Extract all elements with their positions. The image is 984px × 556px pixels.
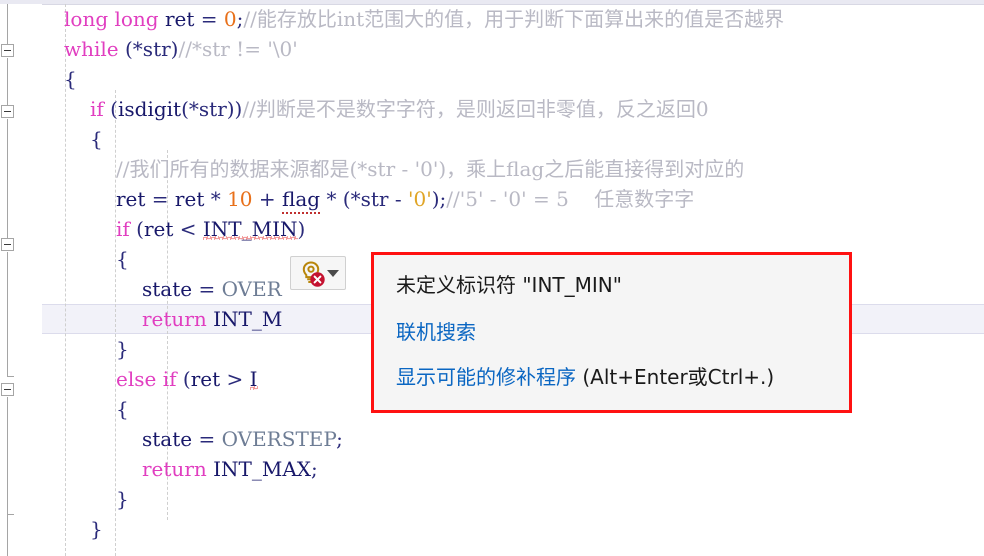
code-token: I xyxy=(249,367,258,391)
code-token: - xyxy=(394,187,408,211)
code-line-10[interactable]: state = OVER xyxy=(142,274,282,304)
code-token: long xyxy=(64,7,109,31)
code-token: > xyxy=(226,367,250,391)
show-potential-fixes-link[interactable]: 显示可能的修补程序 xyxy=(396,365,576,389)
code-token: * xyxy=(210,187,228,211)
code-token: INT_M xyxy=(213,307,283,331)
code-token: '0' xyxy=(407,187,432,211)
code-token: //判断是不是数字字符，是则返回非零值，反之返回0 xyxy=(242,97,709,121)
code-token: ( xyxy=(129,217,144,241)
code-token: } xyxy=(116,487,129,511)
code-token: = xyxy=(198,427,222,451)
code-token: //'5' - '0' = 5 任意数字字 xyxy=(446,187,695,211)
code-token: if xyxy=(162,367,177,391)
outline-rail xyxy=(7,58,8,105)
collapse-toggle-3[interactable] xyxy=(1,238,14,251)
code-line-9[interactable]: { xyxy=(116,244,129,274)
code-line-14[interactable]: { xyxy=(116,394,129,424)
code-token: + xyxy=(252,187,283,211)
code-editor-window: long long ret = 0; //能存放比int范围大的值，用于判断下面算… xyxy=(0,0,984,556)
code-line-8[interactable]: if (ret < INT_MIN) xyxy=(116,214,305,244)
tooltip-title: 未定义标识符 "INT_MIN" xyxy=(396,273,622,297)
code-token: = xyxy=(198,277,222,301)
outline-rail xyxy=(7,4,8,44)
code-line-1[interactable]: long long ret = 0;//能存放比int范围大的值，用于判断下面算… xyxy=(64,4,784,34)
code-token: ret xyxy=(143,217,180,241)
code-token: = xyxy=(200,7,224,31)
code-token: if xyxy=(116,217,130,241)
code-token: state xyxy=(142,427,199,451)
code-token: isdigit xyxy=(117,97,182,121)
quick-actions-button[interactable] xyxy=(290,256,346,290)
outline-rail xyxy=(7,119,8,238)
code-token: ret xyxy=(190,367,227,391)
code-token: INT_MIN xyxy=(202,217,298,241)
code-token: ; xyxy=(311,457,318,481)
code-token: if xyxy=(90,97,104,121)
code-line-18[interactable]: } xyxy=(90,514,103,544)
code-token: ) xyxy=(297,217,306,241)
code-token: else xyxy=(116,367,157,391)
chevron-down-icon[interactable] xyxy=(326,269,339,277)
code-token: = xyxy=(151,187,175,211)
outline-tick xyxy=(7,514,14,515)
lightbulb-error-icon xyxy=(298,260,325,287)
code-token: { xyxy=(64,67,77,91)
show-fixes-shortcut: (Alt+Enter或Ctrl+.) xyxy=(582,365,775,389)
code-token: OVER xyxy=(221,277,282,301)
code-line-15[interactable]: state = OVERSTEP; xyxy=(142,424,343,454)
code-token: { xyxy=(90,127,103,151)
code-token: ; xyxy=(336,427,343,451)
code-line-12[interactable]: } xyxy=(116,334,129,364)
code-line-4[interactable]: if (isdigit(*str))//判断是不是数字字符，是则返回非零值，反之… xyxy=(90,94,709,124)
code-token: long xyxy=(114,7,159,31)
online-search-link[interactable]: 联机搜索 xyxy=(396,316,831,345)
code-token: //我们所有的数据来源都是(*str - '0')，乘上flag之后能直接得到对… xyxy=(116,157,745,181)
code-token: } xyxy=(116,337,129,361)
code-line-2[interactable]: while (*str)//*str != '\0' xyxy=(64,34,298,64)
code-token: ( xyxy=(176,367,191,391)
code-line-11[interactable]: return INT_M xyxy=(142,304,282,334)
code-token: { xyxy=(116,397,129,421)
code-token: //*str != '\0' xyxy=(178,37,298,61)
code-token: } xyxy=(90,517,103,541)
code-line-13[interactable]: else if (ret > I xyxy=(116,364,258,394)
outlining-gutter xyxy=(0,4,42,556)
collapse-toggle-4[interactable] xyxy=(1,383,14,396)
collapse-toggle-1[interactable] xyxy=(1,44,14,57)
code-line-7[interactable]: ret = ret * 10 + flag * (*str - '0');//'… xyxy=(116,184,694,214)
code-token: (*str)) xyxy=(181,97,243,121)
outline-rail xyxy=(7,252,8,377)
code-line-3[interactable]: { xyxy=(64,64,77,94)
code-token: 0 xyxy=(223,7,237,31)
outline-rail xyxy=(7,514,8,556)
code-line-16[interactable]: return INT_MAX; xyxy=(142,454,318,484)
code-token: ret xyxy=(116,187,152,211)
code-token: ( xyxy=(103,97,118,121)
code-line-17[interactable]: } xyxy=(116,484,129,514)
code-token: state xyxy=(142,277,199,301)
code-token: < xyxy=(179,217,203,241)
code-token: INT_MAX xyxy=(213,457,312,481)
code-token: ); xyxy=(431,187,447,211)
code-line-6[interactable]: //我们所有的数据来源都是(*str - '0')，乘上flag之后能直接得到对… xyxy=(116,154,744,184)
code-token: 10 xyxy=(227,187,253,211)
code-token: { xyxy=(116,247,129,271)
outline-rail xyxy=(7,397,8,515)
code-token: ret xyxy=(174,187,211,211)
code-token: (*str) xyxy=(118,37,179,61)
code-token: flag xyxy=(282,187,321,214)
code-token: while xyxy=(64,37,119,61)
code-token: OVERSTEP xyxy=(221,427,337,451)
code-token: ret xyxy=(158,7,201,31)
code-token: * (*str xyxy=(320,187,395,211)
code-token: return xyxy=(142,457,207,481)
code-line-5[interactable]: { xyxy=(90,124,103,154)
outline-tick xyxy=(7,376,14,377)
code-token: //能存放比int范围大的值，用于判断下面算出来的值是否越界 xyxy=(243,7,785,31)
show-fixes-row: 显示可能的修补程序 (Alt+Enter或Ctrl+.) xyxy=(396,361,831,390)
code-token: return xyxy=(142,307,207,331)
error-tooltip: 未定义标识符 "INT_MIN" 联机搜索 显示可能的修补程序 (Alt+Ent… xyxy=(371,252,852,413)
collapse-toggle-2[interactable] xyxy=(1,105,14,118)
